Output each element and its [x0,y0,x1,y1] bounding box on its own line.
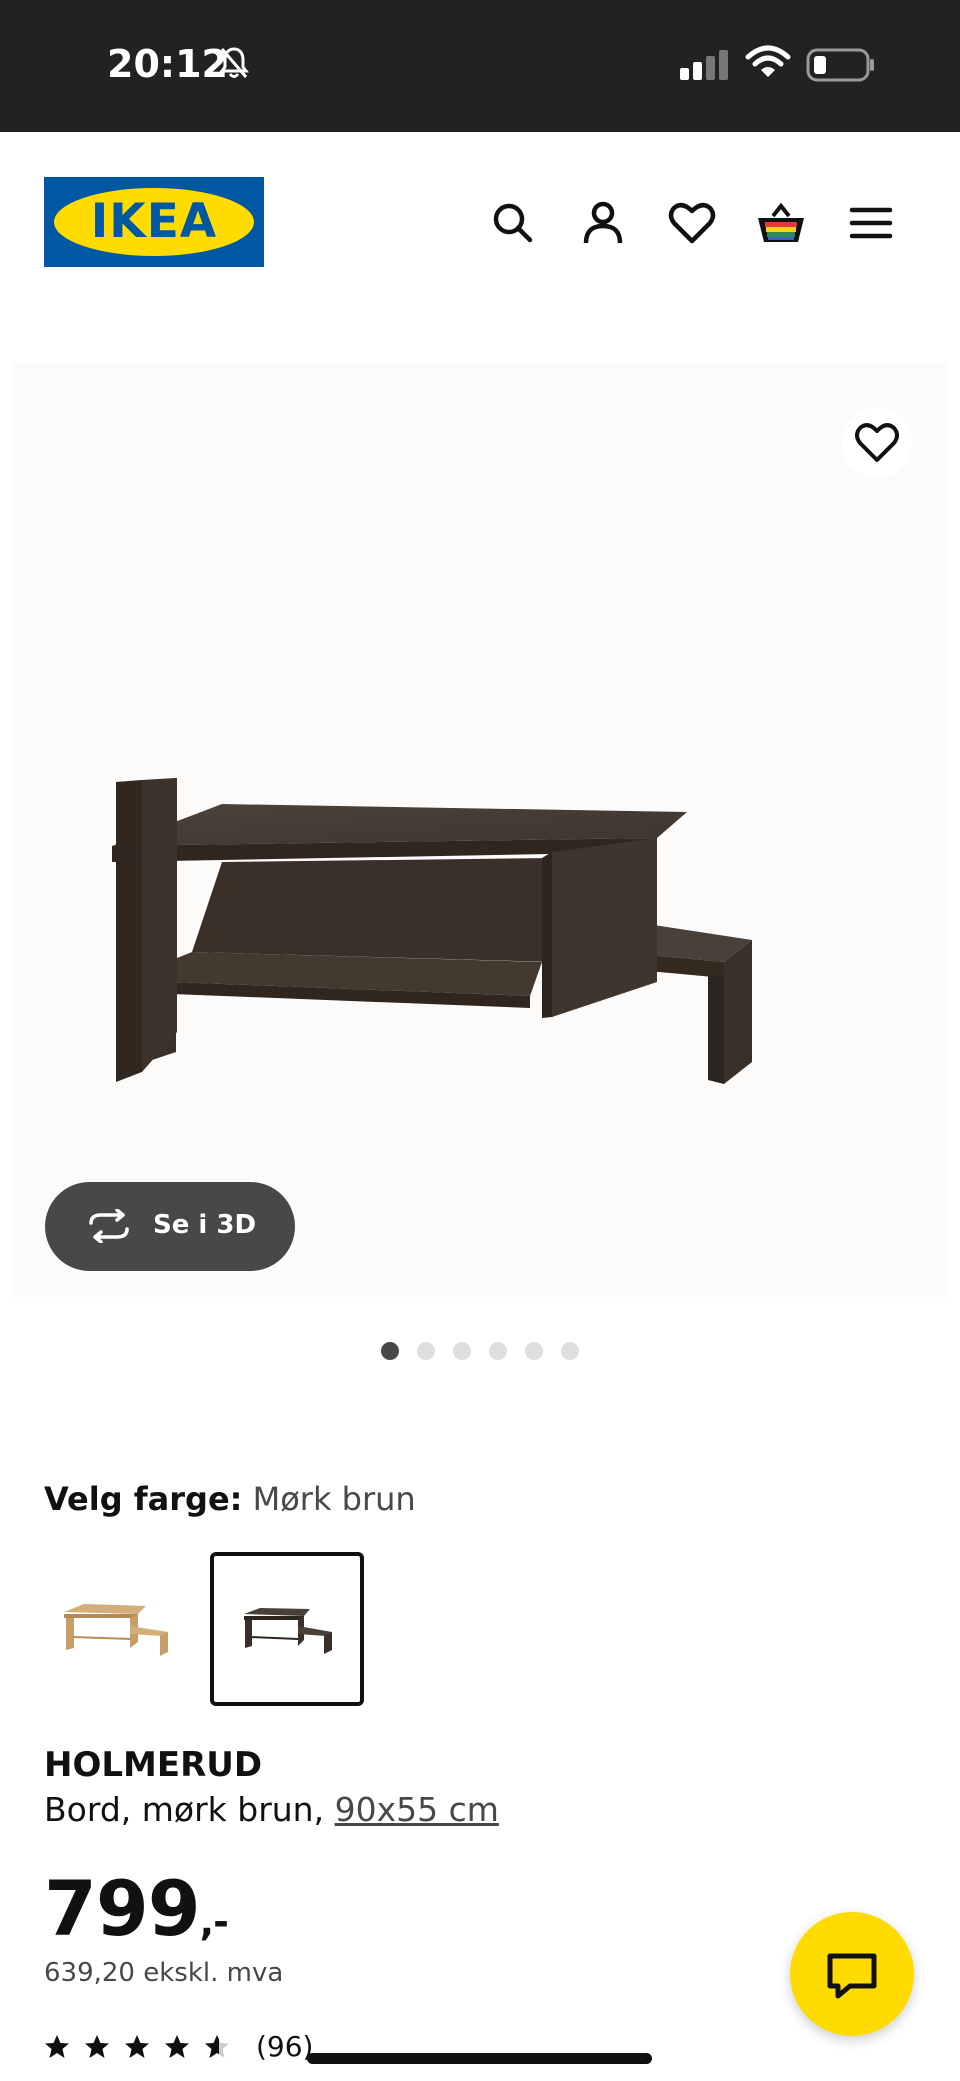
see-in-3d-label: Se i 3D [153,1210,257,1240]
status-time: 20:12 [107,42,228,86]
logo-text: IKEA [90,194,218,249]
rotate-3d-icon [85,1208,133,1248]
menu-icon[interactable] [846,198,896,248]
site-header: IKEA [0,132,960,312]
color-swatch-dark-brown[interactable] [210,1552,364,1706]
price-excl-vat: 639,20 ekskl. mva [44,1958,284,1988]
star-icon [85,2035,109,2058]
product-image [112,778,752,1084]
heart-icon [855,423,899,462]
chat-bubble-icon [827,1953,877,1999]
battery-icon [806,48,876,87]
price-suffix: ,- [199,1900,229,1944]
see-in-3d-button[interactable]: Se i 3D [45,1182,295,1271]
carousel-dot[interactable] [381,1342,399,1360]
account-icon[interactable] [578,198,628,248]
product-name: HOLMERUD [44,1745,263,1785]
carousel-dot[interactable] [417,1342,435,1360]
dark-brown-table-thumbnail [244,1608,332,1654]
color-swatch-oak[interactable] [44,1552,198,1706]
product-description-text: Bord, mørk brun, [44,1790,335,1829]
selected-color-value: Mørk brun [252,1480,416,1518]
rating-count[interactable]: (96) [256,2030,313,2063]
cell-signal-icon [680,50,730,85]
price-value: 799 [44,1864,201,1953]
wifi-icon [745,45,791,84]
carousel-dot[interactable] [453,1342,471,1360]
color-picker-title: Velg farge: [44,1480,243,1518]
product-size-link[interactable]: 90x55 cm [335,1790,499,1829]
carousel-dot[interactable] [489,1342,507,1360]
star-icon [165,2035,189,2058]
bell-muted-icon [218,46,250,85]
status-bar: 20:12 [0,0,960,132]
product-image-gallery[interactable]: Se i 3D [12,362,948,1297]
carousel-dot[interactable] [561,1342,579,1360]
rating-stars[interactable] [44,2033,240,2068]
oak-table-thumbnail [64,1604,168,1656]
product-price: 799,- [44,1864,229,1953]
chat-button[interactable] [790,1912,914,2036]
product-description: Bord, mørk brun, 90x55 cm [44,1790,499,1829]
color-picker-label: Velg farge: Mørk brun [44,1480,416,1518]
ikea-logo[interactable]: IKEA [44,177,264,267]
star-icon [45,2035,69,2058]
star-icon [125,2035,149,2058]
save-to-favorites-button[interactable] [842,408,912,478]
shopping-bag-icon[interactable] [756,198,806,248]
search-icon[interactable] [488,198,538,248]
home-indicator[interactable] [307,2053,652,2064]
favorites-icon[interactable] [667,198,717,248]
carousel-dot[interactable] [525,1342,543,1360]
half-star-icon [205,2035,229,2058]
